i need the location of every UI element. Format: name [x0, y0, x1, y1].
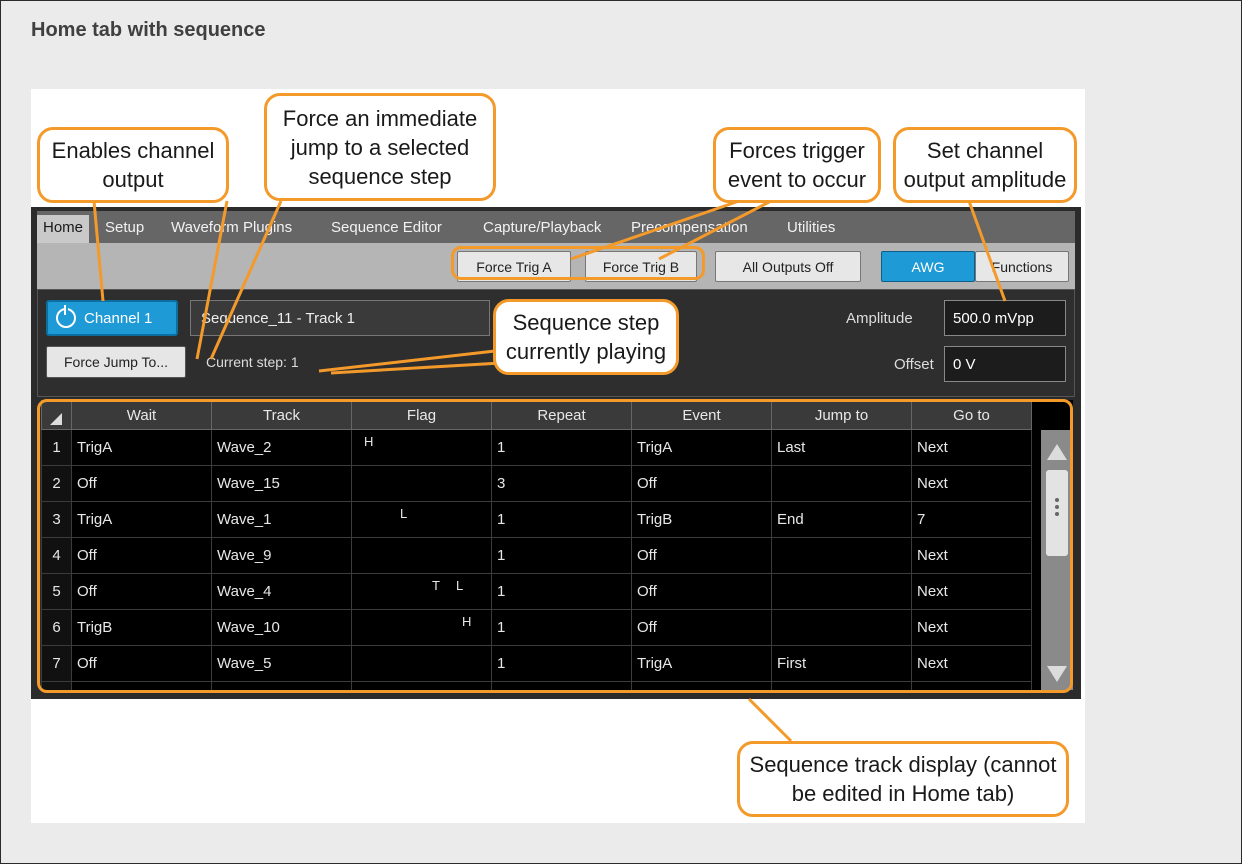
sequence-selector[interactable]: Sequence_11 - Track 1: [190, 300, 490, 336]
tab-sequence-editor[interactable]: Sequence Editor: [331, 219, 442, 236]
table-highlight: [37, 399, 1073, 693]
tab-utilities[interactable]: Utilities: [787, 219, 835, 236]
callout-track-display: Sequence track display (cannot be edited…: [737, 741, 1069, 817]
figure-title: Home tab with sequence: [31, 19, 266, 41]
tab-precompensation[interactable]: Precompensation: [631, 219, 748, 236]
callout-force-jump: Force an immediate jump to a selected se…: [264, 93, 496, 201]
callout-step-playing: Sequence step currently playing: [493, 299, 679, 375]
figure-frame: Home tab with sequence Home Setup Wavefo…: [0, 0, 1242, 864]
tab-home[interactable]: Home: [37, 215, 90, 243]
offset-label: Offset: [894, 356, 934, 373]
callout-set-amplitude: Set channel output amplitude: [893, 127, 1077, 203]
amplitude-label: Amplitude: [846, 310, 913, 327]
callout-forces-trigger: Forces trigger event to occur: [713, 127, 881, 203]
amplitude-field[interactable]: 500.0 mVpp: [944, 300, 1066, 336]
all-outputs-off-button[interactable]: All Outputs Off: [715, 251, 861, 282]
force-jump-button[interactable]: Force Jump To...: [46, 346, 186, 378]
tab-waveform-plugins[interactable]: Waveform Plugins: [171, 219, 292, 236]
channel-1-label: Channel 1: [84, 309, 153, 327]
current-step-label: Current step: 1: [206, 354, 299, 370]
tab-bar: Home Setup Waveform Plugins Sequence Edi…: [37, 211, 1075, 243]
awg-mode-button[interactable]: AWG: [881, 251, 975, 282]
tab-capture-playback[interactable]: Capture/Playback: [483, 219, 601, 236]
channel-1-button[interactable]: Channel 1: [46, 300, 178, 336]
power-icon: [56, 305, 76, 328]
trigger-buttons-highlight: [451, 246, 705, 280]
offset-field[interactable]: 0 V: [944, 346, 1066, 382]
tab-setup[interactable]: Setup: [105, 219, 144, 236]
functions-mode-button[interactable]: Functions: [975, 251, 1069, 282]
callout-enables-output: Enables channel output: [37, 127, 229, 203]
